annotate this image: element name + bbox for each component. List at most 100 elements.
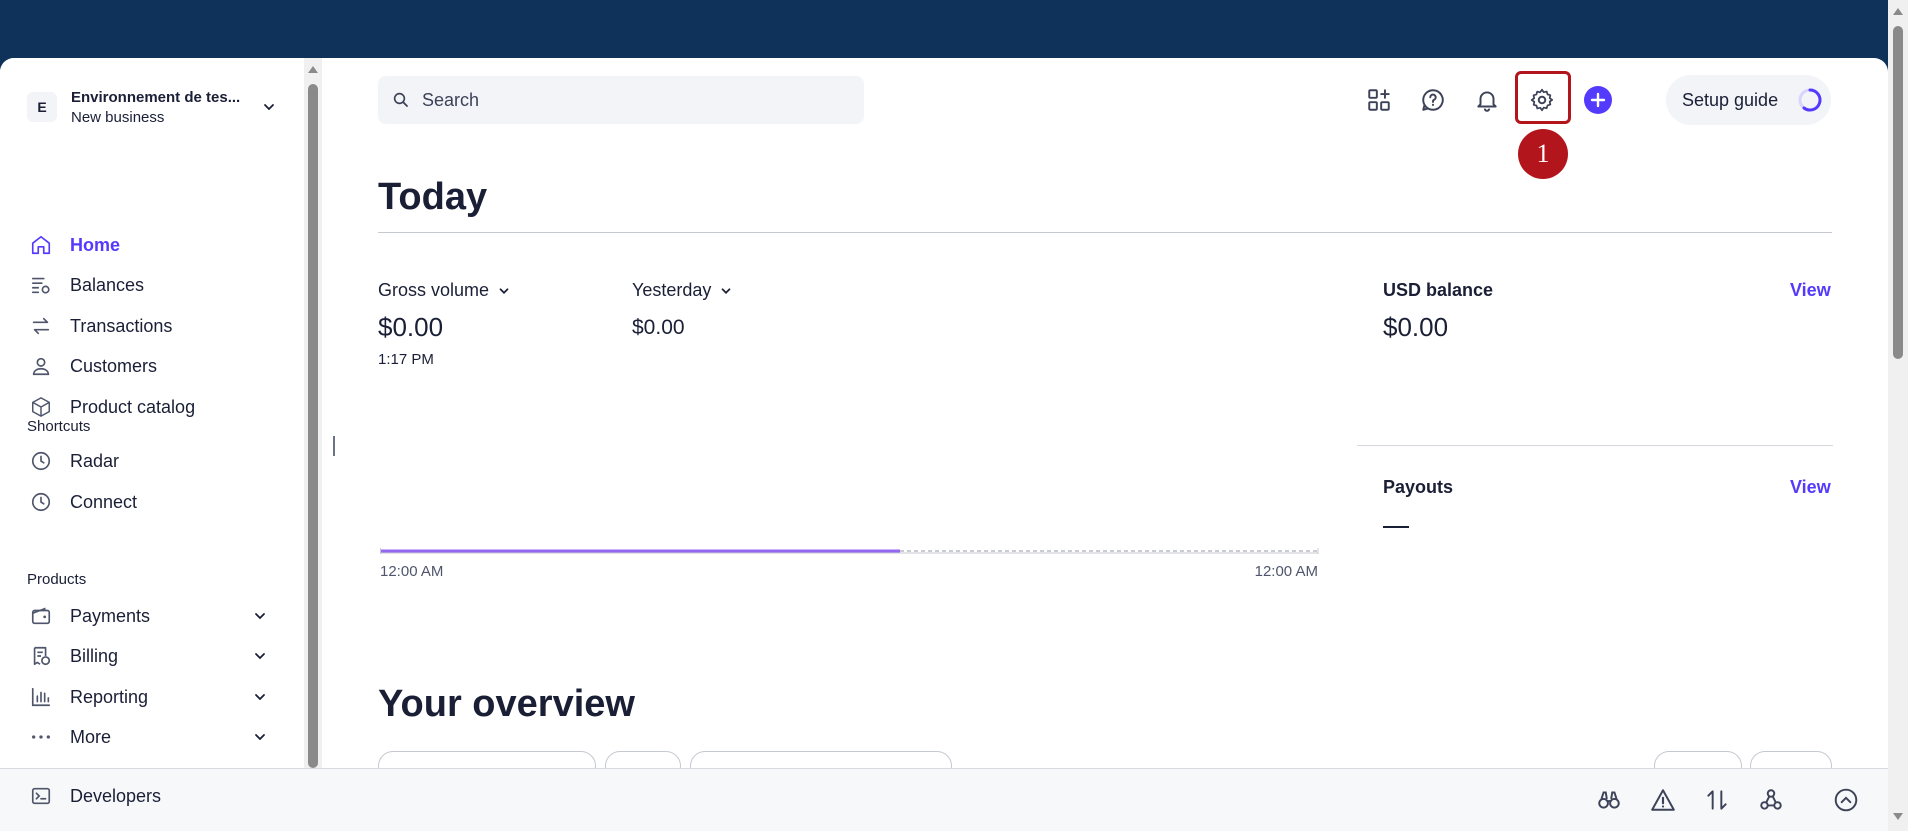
scroll-up-arrow[interactable] (308, 66, 318, 73)
create-button[interactable] (1584, 86, 1612, 114)
search-icon (393, 92, 408, 107)
help-icon (1422, 89, 1444, 111)
sidebar: E Environnement de tes... New business H… (0, 58, 310, 768)
account-subtitle: New business (71, 108, 165, 126)
chevron-down-icon[interactable] (252, 689, 268, 705)
sidebar-item-radar[interactable]: Radar (30, 446, 119, 476)
usd-balance-view-link[interactable]: View (1790, 280, 1831, 301)
page-scrollbar[interactable] (1888, 0, 1908, 831)
sidebar-item-reporting[interactable]: Reporting (30, 682, 148, 712)
sidebar-item-label: Product catalog (70, 396, 196, 417)
sidebar-item-label: Transactions (70, 315, 173, 336)
scroll-down-arrow[interactable] (1893, 813, 1903, 820)
setup-guide-button[interactable]: Setup guide (1666, 75, 1831, 125)
sidebar-item-billing[interactable]: Billing (30, 641, 118, 671)
page-title: Today (378, 176, 488, 218)
sidebar-item-label: More (70, 726, 112, 747)
sidebar-item-label: Payments (70, 605, 151, 626)
sidebar-item-label: Home (70, 234, 121, 255)
chevron-down-icon[interactable] (252, 729, 268, 745)
sidebar-item-transactions[interactable]: Transactions (30, 311, 172, 341)
sidebar-item-more[interactable]: More (30, 722, 111, 752)
notifications-button[interactable] (1473, 86, 1501, 114)
search-input[interactable] (422, 89, 822, 111)
wallet-icon (31, 607, 51, 625)
warning-icon (1651, 789, 1675, 811)
chevron-down-icon (264, 104, 274, 111)
step-badge: 1 (1518, 129, 1568, 179)
payouts-label: Payouts (1383, 477, 1454, 497)
webhook-icon (1760, 789, 1782, 810)
chart-start-label: 12:00 AM (380, 563, 443, 580)
more-dots-icon (32, 735, 50, 739)
compare-period-dropdown[interactable]: Yesterday (632, 280, 733, 301)
billing-icon (33, 646, 51, 666)
resize-handle[interactable] (333, 436, 335, 456)
gross-volume-dropdown[interactable]: Gross volume (378, 280, 511, 301)
sidebar-item-label: Customers (70, 355, 158, 376)
usd-balance-value: $0.00 (1383, 312, 1449, 342)
section-label-products: Products (27, 571, 87, 588)
setup-guide-label: Setup guide (1682, 89, 1779, 110)
chevron-down-icon[interactable] (252, 648, 268, 664)
usd-balance-label: USD balance (1383, 280, 1494, 300)
payouts-empty-dash (1383, 526, 1409, 528)
compare-value: $0.00 (632, 316, 685, 339)
top-band (0, 0, 1908, 60)
chevron-down-icon (499, 287, 509, 294)
account-name: Environnement de tes... (71, 88, 241, 106)
person-icon (32, 357, 50, 376)
inspect-button[interactable] (1596, 787, 1622, 813)
gross-volume-value: $0.00 (378, 312, 444, 342)
terminal-icon (31, 787, 51, 805)
scrollbar-thumb[interactable] (1893, 26, 1903, 359)
sidebar-item-customers[interactable]: Customers (30, 351, 157, 381)
bell-icon (1477, 91, 1497, 112)
arrows-up-down-icon (1707, 790, 1727, 810)
errors-button[interactable] (1650, 787, 1676, 813)
overview-title: Your overview (378, 683, 635, 725)
sidebar-item-label: Radar (70, 450, 120, 471)
bar-chart-icon (31, 687, 51, 707)
developers-bar: Developers (0, 768, 1888, 831)
sidebar-item-connect[interactable]: Connect (30, 487, 137, 517)
chevron-down-icon (722, 287, 731, 294)
box-icon (32, 397, 50, 417)
sidebar-item-label: Reporting (70, 686, 149, 707)
developers-button[interactable]: Developers (30, 785, 161, 807)
chevron-down-icon[interactable] (252, 608, 268, 624)
developers-label: Developers (70, 785, 162, 806)
sidebar-item-payments[interactable]: Payments (30, 601, 150, 631)
account-switcher[interactable]: E Environnement de tes... New business (27, 82, 277, 132)
main-content: 1 Setup guide Today Gross volume $0.00 1… (322, 58, 1888, 781)
scroll-up-arrow[interactable] (1893, 8, 1903, 15)
gross-volume-chart: 12:00 AM 12:00 AM (380, 548, 1319, 580)
webhooks-button[interactable] (1758, 787, 1784, 813)
section-label-shortcuts: Shortcuts (27, 418, 91, 435)
help-button[interactable] (1419, 86, 1447, 114)
sidebar-item-label: Billing (70, 645, 119, 666)
dashboard-window: E Environnement de tes... New business H… (0, 58, 1888, 831)
scrollbar-thumb[interactable] (308, 84, 318, 768)
sidebar-item-balances[interactable]: Balances (30, 270, 144, 300)
payouts-view-link[interactable]: View (1790, 477, 1831, 498)
apps-button[interactable] (1365, 86, 1393, 114)
account-avatar: E (27, 92, 57, 122)
gross-volume-time: 1:17 PM (378, 351, 434, 368)
sidebar-item-home[interactable]: Home (30, 230, 120, 260)
plus-icon (1590, 92, 1606, 108)
home-icon (31, 235, 51, 255)
sidebar-item-label: Connect (70, 491, 138, 512)
balances-icon (31, 277, 50, 294)
apps-grid-icon (1368, 89, 1390, 111)
requests-button[interactable] (1704, 787, 1730, 813)
expand-button[interactable] (1833, 787, 1859, 813)
sidebar-scrollbar[interactable] (304, 58, 322, 768)
divider (1357, 445, 1833, 446)
clock-icon (31, 492, 51, 512)
highlight-box (1515, 71, 1571, 124)
progress-ring-icon (1798, 88, 1822, 112)
search-bar[interactable] (378, 76, 864, 124)
binoculars-icon (1598, 791, 1620, 809)
transactions-icon (32, 317, 50, 335)
